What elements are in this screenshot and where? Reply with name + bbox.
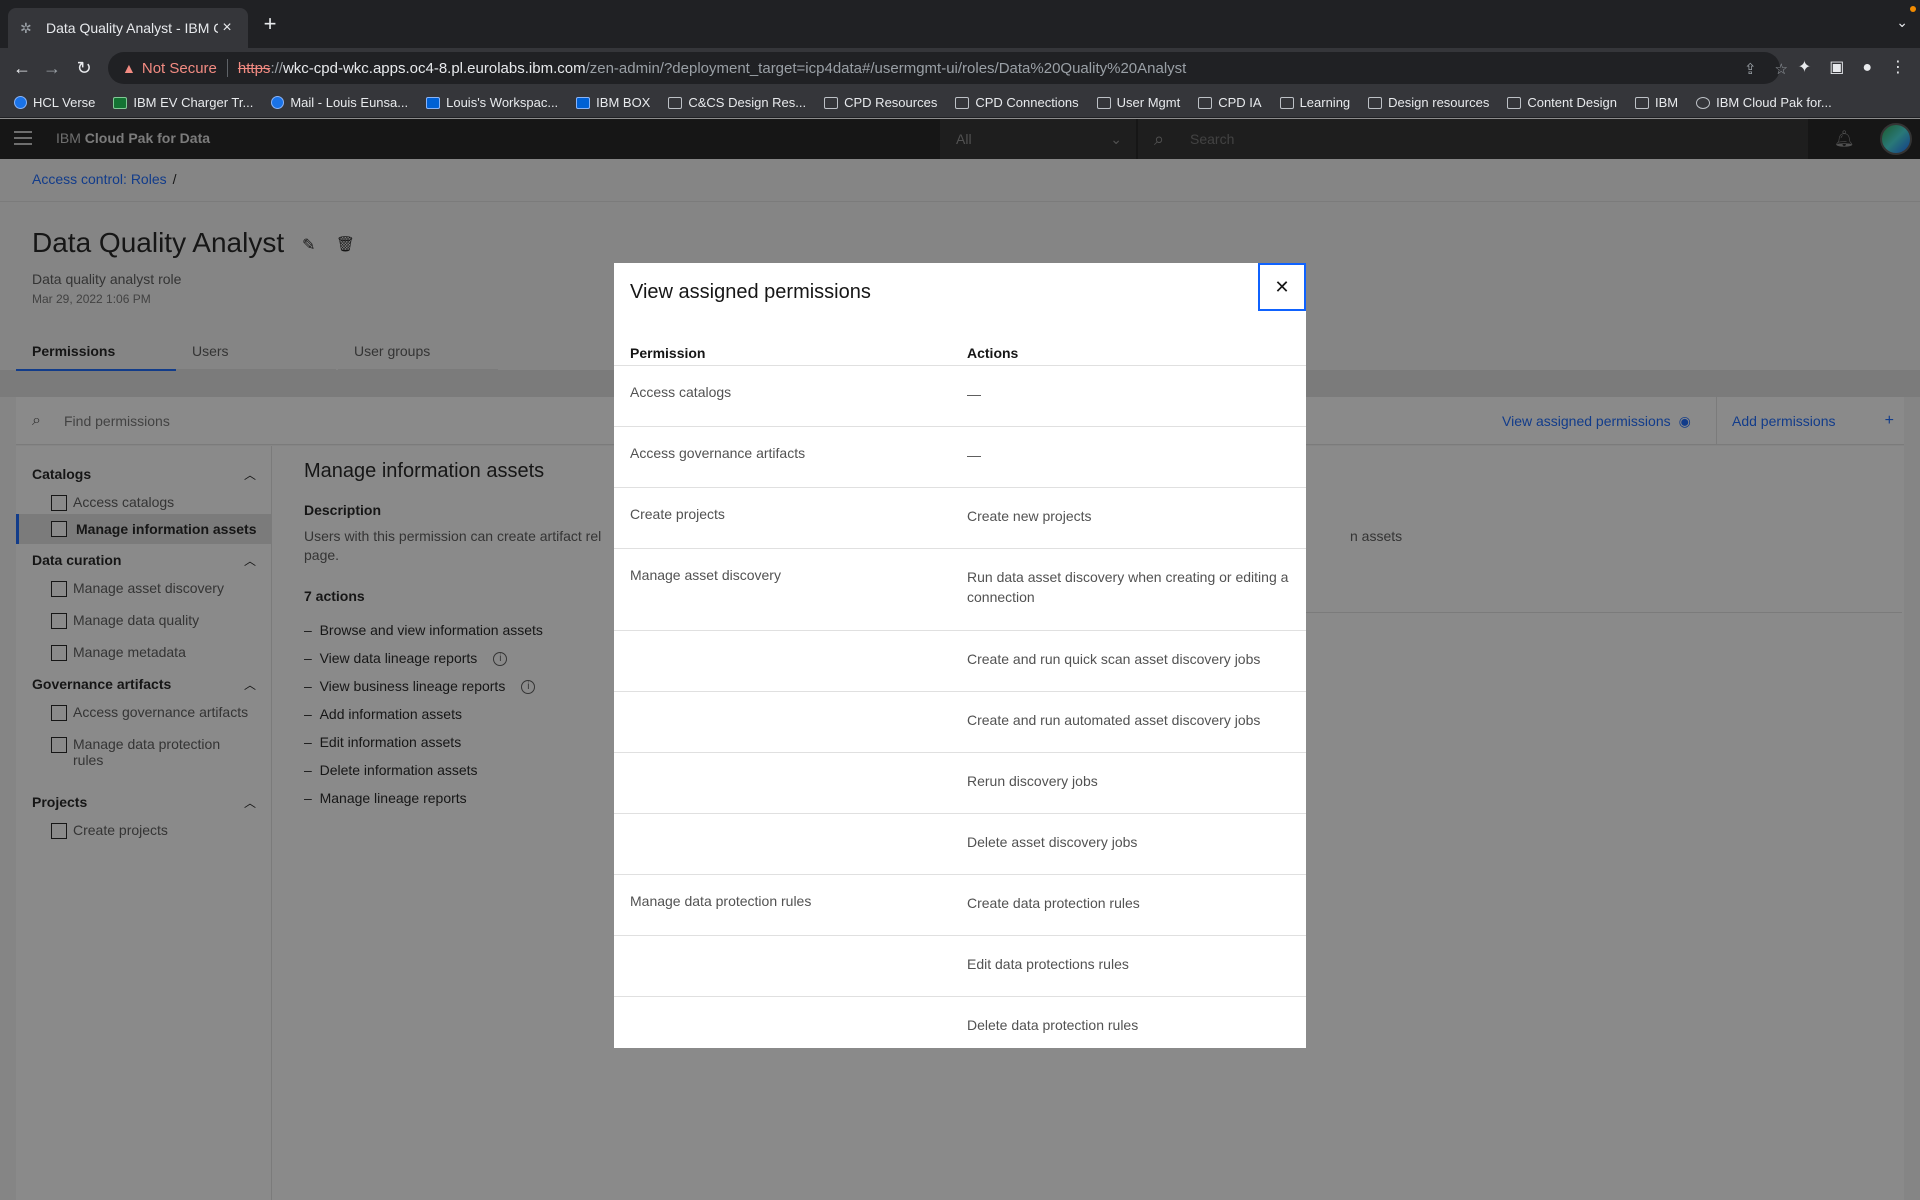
bookmark-ibm[interactable]: IBM <box>1634 95 1678 110</box>
folder-icon <box>1198 96 1213 109</box>
browser-tab-title: Data Quality Analyst - IBM Clo <box>46 20 218 36</box>
browser-menu-icon[interactable]: ⋮ <box>1890 56 1906 80</box>
table-row: Delete asset discovery jobs <box>614 813 1306 874</box>
bookmark-star-icon[interactable]: ☆ <box>1775 60 1788 78</box>
table-row: Create projects Create new projects <box>614 487 1306 548</box>
ibm-favicon-icon: ✲ <box>20 20 32 36</box>
bookmark-ibm-box[interactable]: IBM BOX <box>576 95 650 110</box>
table-row: Create and run quick scan asset discover… <box>614 630 1306 691</box>
column-header-permission: Permission <box>630 345 706 361</box>
back-arrow-icon[interactable]: ← <box>10 56 34 80</box>
browser-toolbar: ← → ↻ ▲ Not Secure https://wkc-cpd-wkc.a… <box>0 48 1920 88</box>
warning-triangle-icon: ▲ <box>122 60 136 76</box>
browser-tab[interactable]: ✲ Data Quality Analyst - IBM Clo × <box>8 8 248 48</box>
bookmark-mail[interactable]: Mail - Louis Eunsa... <box>271 95 408 110</box>
folder-icon <box>1368 96 1383 109</box>
view-assigned-permissions-modal: View assigned permissions ✕ Permission A… <box>614 263 1306 1048</box>
table-row: Manage asset discovery Run data asset di… <box>614 548 1306 630</box>
notification-dot-icon <box>1910 6 1916 12</box>
url-scheme: https <box>237 59 271 77</box>
bookmark-cpd-resources[interactable]: CPD Resources <box>824 95 937 110</box>
table-row: Edit data protections rules <box>614 935 1306 996</box>
extensions-puzzle-icon[interactable]: ✦ <box>1798 56 1811 80</box>
bookmark-design-resources[interactable]: Design resources <box>1368 95 1489 110</box>
box-icon <box>576 96 591 109</box>
bookmark-cpd-connections[interactable]: CPD Connections <box>955 95 1079 110</box>
new-tab-icon[interactable]: + <box>258 12 282 36</box>
folder-icon <box>955 96 970 109</box>
bookmark-user-mgmt[interactable]: User Mgmt <box>1096 95 1180 110</box>
globe-icon <box>14 96 27 109</box>
workspace-icon <box>426 96 441 109</box>
side-panel-icon[interactable]: ▣ <box>1829 56 1844 80</box>
folder-icon <box>1634 96 1649 109</box>
folder-icon <box>1507 96 1522 109</box>
not-secure-label: Not Secure <box>141 59 217 77</box>
folder-icon <box>668 96 683 109</box>
address-bar[interactable]: ▲ Not Secure https://wkc-cpd-wkc.apps.oc… <box>108 52 1780 84</box>
share-icon[interactable]: ⇪ <box>1744 60 1757 78</box>
table-row: Manage data protection rules Create data… <box>614 874 1306 935</box>
table-row: Access catalogs — <box>614 365 1306 426</box>
table-row: Access governance artifacts — <box>614 426 1306 487</box>
url-host: wkc-cpd-wkc.apps.oc4-8.pl.eurolabs.ibm.c… <box>282 59 586 77</box>
table-row: Create and run automated asset discovery… <box>614 691 1306 752</box>
table-row: Delete data protection rules <box>614 996 1306 1048</box>
url-path: /zen-admin/?deployment_target=icp4data#/… <box>585 59 1187 77</box>
tab-search-chevron-icon[interactable]: ⌄ <box>1896 14 1908 31</box>
close-icon[interactable]: ✕ <box>1258 263 1306 311</box>
bookmark-content-design[interactable]: Content Design <box>1507 95 1617 110</box>
folder-icon <box>824 96 839 109</box>
bookmark-ccs-design[interactable]: C&CS Design Res... <box>668 95 806 110</box>
ev-icon <box>113 96 128 109</box>
close-tab-icon[interactable]: × <box>218 19 236 37</box>
bookmark-ev-charger[interactable]: IBM EV Charger Tr... <box>113 95 253 110</box>
bookmark-learning[interactable]: Learning <box>1279 95 1350 110</box>
outlook-icon <box>271 96 285 109</box>
ibm-cloud-icon <box>1696 96 1711 109</box>
bookmark-hcl-verse[interactable]: HCL Verse <box>14 95 95 110</box>
bookmark-ibm-cloud-pak[interactable]: IBM Cloud Pak for... <box>1696 95 1832 110</box>
column-header-actions: Actions <box>967 345 1019 361</box>
address-divider <box>226 59 228 77</box>
table-row: Rerun discovery jobs <box>614 752 1306 813</box>
browser-tab-bar: ✲ Data Quality Analyst - IBM Clo × + ⌄ <box>0 0 1920 48</box>
bookmark-workspace[interactable]: Louis's Workspac... <box>426 95 558 110</box>
profile-icon[interactable]: ● <box>1862 56 1872 80</box>
folder-icon <box>1279 96 1294 109</box>
modal-title: View assigned permissions <box>630 281 871 303</box>
folder-icon <box>1096 96 1111 109</box>
reload-icon[interactable]: ↻ <box>72 56 96 80</box>
bookmarks-bar: HCL Verse IBM EV Charger Tr... Mail - Lo… <box>0 88 1920 118</box>
url-separator: :// <box>270 59 283 77</box>
forward-arrow-icon[interactable]: → <box>40 56 64 80</box>
bookmark-cpd-ia[interactable]: CPD IA <box>1198 95 1262 110</box>
